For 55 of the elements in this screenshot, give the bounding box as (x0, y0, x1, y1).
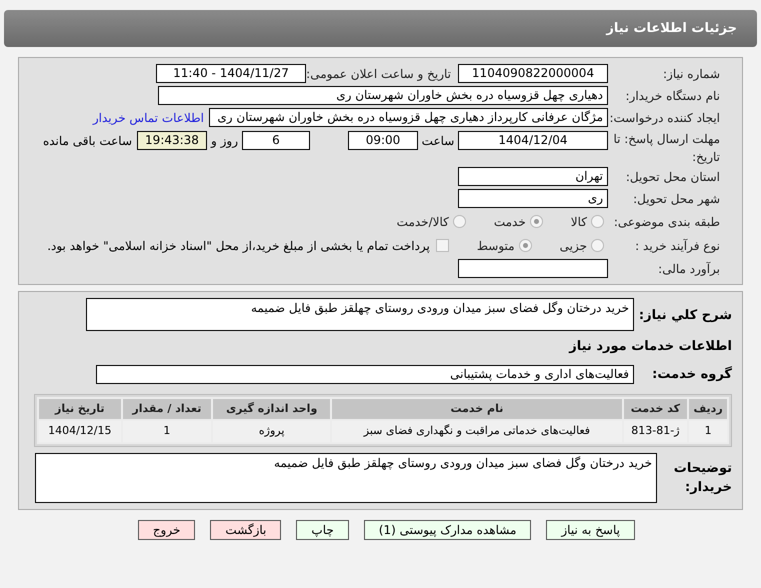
field-label: استان محل تحویل: (624, 168, 720, 186)
action-button[interactable]: بازگشت (210, 520, 282, 540)
city-field[interactable]: ری (458, 189, 608, 208)
service-group-label: گروه خدمت: (651, 365, 732, 384)
table-cell: ژ-81-813 (622, 420, 688, 443)
field-label: طبقه بندی موضوعی: (612, 214, 720, 230)
action-button[interactable]: چاپ (296, 520, 349, 540)
table-cell: پروژه (212, 420, 332, 443)
field-label: شماره نیاز: (662, 66, 720, 82)
action-button[interactable]: خروج (138, 520, 196, 540)
payment-note: پرداخت تمام یا بخشی از مبلغ خرید،از محل "اسناد خزانه اسلامی" خواهد بود. (47, 238, 430, 254)
radio-label: کالا (570, 214, 587, 230)
table-cell: فعالیت‌های خدماتی مراقبت و نگهداری فضای سبز (331, 420, 623, 443)
field-label: برآورد مالی: (657, 260, 720, 278)
service-group-field[interactable]: فعالیت‌های اداری و خدمات پشتیبانی (96, 364, 634, 384)
field-label: نام دستگاه خریدار: (624, 88, 720, 104)
summary-label: شرح کلي نياز: (638, 307, 732, 325)
announce-date-field[interactable]: 1404/11/27 - 11:40 (156, 64, 306, 83)
action-button[interactable]: مشاهده مدارک پیوستی (1) (364, 520, 532, 540)
radio-label: جزیی (560, 238, 587, 254)
column-header: کد خدمت (622, 398, 688, 420)
notes-textarea[interactable]: خرید درختان وگل فضای سبز میدان ورودی روستای چهلقز طبق فایل ضمیمه (35, 453, 657, 503)
field-label: نوع فرآیند خرید : (634, 238, 720, 254)
remaining-label: ساعت باقی مانده (42, 132, 132, 150)
column-header: تعداد / مقدار (122, 398, 212, 420)
buyer-contact-link[interactable]: اطلاعات تماس خریدار (92, 108, 204, 126)
creator-field[interactable]: مژگان عرفانی کارپرداز دهیاری چهل قزوسیاه دره بخش خاوران شهرستان ری (209, 108, 608, 127)
radio-label: کالا/خدمت (396, 214, 449, 230)
column-header: ردیف (688, 398, 728, 420)
radio-label: متوسط (476, 238, 515, 254)
table-cell: 1404/12/15 (38, 420, 122, 443)
buyer-org-field[interactable]: دهیاری چهل قزوسیاه دره بخش خاوران شهرستان ری (158, 86, 608, 105)
need-number-field[interactable]: 1104090822000004 (458, 64, 608, 83)
table-cell: 1 (122, 420, 212, 443)
section-heading: اطلاعات خدمات مورد نیاز (568, 338, 732, 356)
days-field[interactable]: 6 (242, 131, 310, 150)
remaining-time-field[interactable]: 19:43:38 (137, 131, 207, 150)
field-label: مهلت ارسال پاسخ: تا تاریخ: (612, 131, 720, 166)
field-label: تاریخ و ساعت اعلان عمومی: (306, 66, 451, 82)
province-field[interactable]: تهران (458, 167, 608, 186)
table-cell: 1 (688, 420, 728, 443)
action-button[interactable]: پاسخ به نیاز (546, 520, 635, 540)
time-label: ساعت (420, 132, 456, 150)
field-label: شهر محل تحویل: (632, 190, 720, 208)
field-label: ایجاد کننده درخواست: (608, 110, 720, 126)
days-label: روز و (210, 132, 239, 150)
column-header: واحد اندازه گیری (212, 398, 332, 420)
notes-label: توضیحات خریدار: (672, 460, 732, 497)
column-header: نام خدمت (331, 398, 623, 420)
deadline-date-field[interactable]: 1404/12/04 (458, 131, 608, 150)
summary-textarea[interactable]: خرید درختان وگل فضای سبز میدان ورودی روستای چهلقز طبق فایل ضمیمه (86, 298, 634, 331)
page-title: جزئیات اطلاعات نیاز (606, 20, 737, 38)
column-header: تاریخ نیاز (38, 398, 122, 420)
radio-label: خدمت (494, 214, 526, 230)
deadline-time-field[interactable]: 09:00 (348, 131, 418, 150)
